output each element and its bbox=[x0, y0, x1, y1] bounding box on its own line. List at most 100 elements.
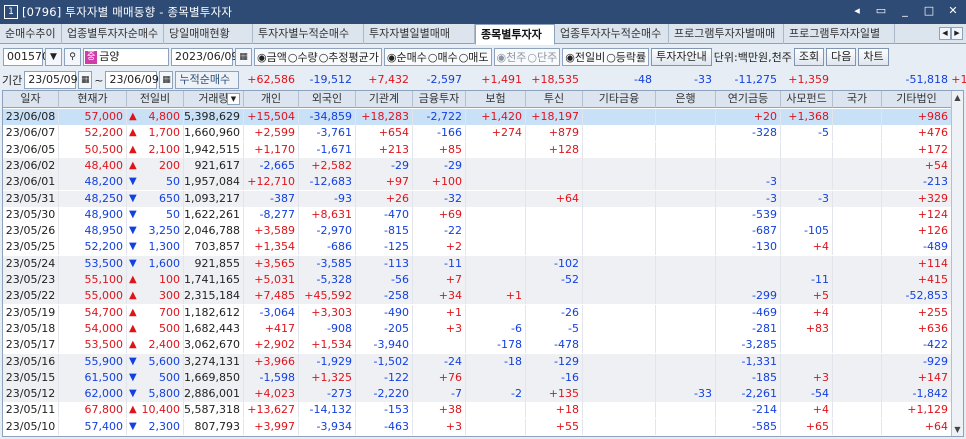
cell: +3,997 bbox=[244, 418, 299, 435]
table-row[interactable]: 23/05/10 57,400 ▼ 2,300 807,793 +3,997 -3,934-… bbox=[3, 418, 963, 435]
tab-1[interactable]: 업종별투자자순매수 bbox=[62, 24, 164, 44]
from-calendar-icon[interactable]: ▦ bbox=[78, 71, 93, 89]
tab-0[interactable]: 순매수추이 bbox=[0, 24, 62, 44]
chart-button[interactable]: 차트 bbox=[858, 48, 889, 66]
minimize-icon[interactable]: _ bbox=[898, 4, 912, 17]
radio-net-buy[interactable]: ◉순매수 bbox=[387, 49, 427, 65]
column-header[interactable]: 현재가 bbox=[59, 91, 127, 108]
table-row[interactable]: 23/05/11 67,800 ▲ 10,400 5,587,318 +13,627 -14… bbox=[3, 402, 952, 419]
pin-icon[interactable]: ◂ bbox=[850, 4, 864, 17]
close-icon[interactable]: ✕ bbox=[946, 4, 960, 17]
table-row[interactable]: 23/05/23 55,100 ▲ 100 1,741,165 +5,031 -5,328-… bbox=[3, 272, 952, 288]
tab-8[interactable]: 프로그램투자자일별 bbox=[784, 24, 895, 44]
column-header[interactable]: 개인 bbox=[244, 91, 299, 108]
table-row[interactable]: 23/05/17 53,500 ▲ 2,400 3,062,670 +2,902 +1,53… bbox=[3, 337, 952, 354]
cell bbox=[781, 255, 833, 272]
cell: -422 bbox=[882, 337, 952, 354]
cell: -14,132 bbox=[299, 402, 356, 419]
table-row[interactable]: 23/06/02 48,400 ▲ 200 921,617 -2,665 +2,582 -29… bbox=[3, 157, 952, 174]
tab-scroll-nav[interactable]: ◀ ▶ bbox=[939, 27, 963, 40]
table-row[interactable]: 23/05/25 52,200 ▼ 1,300 703,857 +1,354 -686 -12… bbox=[3, 239, 952, 256]
table-row[interactable]: 23/05/15 61,500 ▼ 500 1,669,850 -1,598 +1,325-… bbox=[3, 369, 963, 386]
table-row[interactable]: 23/05/22 55,000 ▲ 300 2,315,184 +7,485 +45,592… bbox=[3, 288, 952, 305]
column-header[interactable]: 외국인 bbox=[299, 91, 356, 108]
tab-2[interactable]: 당일매매현황 bbox=[164, 24, 253, 44]
column-header[interactable]: 기타법인 bbox=[882, 91, 952, 108]
radio-prev-diff[interactable]: ◉전일비 bbox=[565, 49, 605, 65]
stock-code-input[interactable]: 001570 bbox=[3, 48, 49, 66]
radio-buy[interactable]: ○매수 bbox=[428, 49, 458, 65]
search-icon[interactable]: ⚲ bbox=[64, 48, 81, 66]
window-menu-icon[interactable]: ▭ bbox=[874, 4, 888, 17]
code-dropdown-icon[interactable]: ▼ bbox=[45, 48, 62, 66]
side-radio-group[interactable]: ◉순매수 ○매수 ○매도 bbox=[383, 48, 492, 66]
table-row[interactable]: 23/05/31 48,250 ▼ 650 1,093,217 -387 -93 +26 -32… bbox=[3, 190, 963, 207]
column-header[interactable]: 투신 bbox=[526, 91, 583, 108]
amount-radio-group[interactable]: ◉금액 ○수량 ○추정평균가 bbox=[254, 48, 382, 66]
to-calendar-icon[interactable]: ▦ bbox=[159, 71, 174, 89]
scroll-down-icon[interactable]: ▼ bbox=[952, 425, 963, 434]
share-unit-radio-group[interactable]: ◉천주 ○단주 bbox=[493, 48, 561, 66]
table-row[interactable]: 23/05/30 48,900 ▼ 50 1,622,261 -8,277 +8,631 -4… bbox=[3, 206, 952, 223]
period-to-input[interactable]: 23/06/09 bbox=[105, 71, 159, 89]
cell: +4,023 bbox=[244, 386, 299, 403]
vertical-scrollbar[interactable]: ▲ ▼ bbox=[951, 91, 963, 436]
cell: -153 bbox=[356, 402, 413, 419]
table-row[interactable]: 23/05/16 55,900 ▼ 5,600 3,274,131 +3,966 -1,92… bbox=[3, 353, 963, 370]
table-row[interactable]: 23/06/08 57,000 ▲ 4,800 5,398,629 +15,504 -34,… bbox=[3, 109, 952, 125]
table-row[interactable]: 23/05/12 62,000 ▼ 5,800 2,886,001 +4,023 -273-… bbox=[3, 386, 963, 403]
tab-3[interactable]: 투자자별누적순매수 bbox=[253, 24, 364, 44]
column-header[interactable]: 일자 bbox=[3, 91, 59, 108]
column-header[interactable]: 전일비 bbox=[127, 91, 184, 108]
tab-4[interactable]: 투자자별일별매매 bbox=[364, 24, 475, 44]
column-header[interactable]: 은행 bbox=[656, 91, 716, 108]
cell bbox=[781, 206, 833, 223]
calendar-icon[interactable]: ▦ bbox=[235, 48, 252, 66]
cell: -130 bbox=[716, 239, 781, 256]
query-button[interactable]: 조회 bbox=[793, 48, 825, 66]
tab-7[interactable]: 프로그램투자자별매매 bbox=[669, 24, 784, 44]
radio-change-rate[interactable]: ○등락률 bbox=[606, 49, 646, 65]
column-header[interactable]: 연기금등 bbox=[716, 91, 781, 108]
radio-avg-price[interactable]: ○추정평균가 bbox=[319, 49, 379, 65]
cell bbox=[583, 386, 656, 403]
tab-5[interactable]: 종목별투자자 bbox=[475, 24, 555, 45]
table-row[interactable]: 23/05/18 54,000 ▲ 500 1,682,443 +417 -908 -205 +… bbox=[3, 320, 952, 337]
maximize-icon[interactable]: □ bbox=[922, 4, 936, 17]
radio-sell[interactable]: ○매도 bbox=[459, 49, 489, 65]
radio-single-shares[interactable]: ○단주 bbox=[527, 49, 557, 65]
table-row[interactable]: 23/06/05 50,500 ▲ 2,100 1,942,515 +1,170 -1,67… bbox=[3, 141, 963, 158]
radio-thousand-shares[interactable]: ◉천주 bbox=[497, 49, 527, 65]
column-header[interactable]: 국가 bbox=[833, 91, 882, 108]
scroll-up-icon[interactable]: ▲ bbox=[952, 93, 963, 102]
cell: -2 bbox=[466, 386, 526, 403]
next-button[interactable]: 다음 bbox=[826, 48, 857, 66]
table-row[interactable]: 23/06/01 48,200 ▼ 50 1,957,084 +12,710 -12,683… bbox=[3, 174, 952, 191]
cell: -125 bbox=[356, 239, 413, 256]
cell: ▲ 10,400 bbox=[127, 402, 184, 419]
table-row[interactable]: 23/05/24 53,500 ▼ 1,600 921,855 +3,565 -3,585-… bbox=[3, 255, 952, 272]
table-row[interactable]: 23/05/19 54,700 ▲ 700 1,182,612 -3,064 +3,303-… bbox=[3, 304, 952, 321]
tab-6[interactable]: 업종투자자누적순매수 bbox=[555, 24, 669, 44]
table-row[interactable]: 23/05/26 48,950 ▼ 3,250 2,046,788 +3,589 -2,97… bbox=[3, 223, 952, 240]
column-header[interactable]: 기타금융 bbox=[583, 91, 656, 108]
cell: -3,761 bbox=[299, 125, 356, 142]
cell bbox=[833, 174, 882, 191]
column-header[interactable]: 사모펀드 bbox=[781, 91, 833, 108]
ratio-radio-group[interactable]: ◉전일비 ○등락률 bbox=[562, 48, 650, 66]
column-header[interactable]: 금융투자 bbox=[413, 91, 466, 108]
volume-sort-icon[interactable]: ▼ bbox=[227, 93, 240, 105]
date-input[interactable]: 2023/06/09 bbox=[171, 48, 238, 66]
column-header[interactable]: 기관계 bbox=[356, 91, 413, 108]
radio-quantity[interactable]: ○수량 bbox=[288, 49, 318, 65]
radio-amount[interactable]: ◉금액 bbox=[257, 49, 287, 65]
column-header[interactable]: 보험 bbox=[466, 91, 526, 108]
table-row[interactable]: 23/06/07 52,200 ▲ 1,700 1,660,960 +2,599 -3,76… bbox=[3, 125, 952, 142]
investor-guide-button[interactable]: 투자자안내 bbox=[651, 48, 712, 66]
cell: 55,900 bbox=[59, 353, 127, 370]
period-from-input[interactable]: 23/05/09 bbox=[24, 71, 78, 89]
stock-name-field[interactable]: 중 금양 bbox=[83, 48, 169, 66]
tab-next-icon[interactable]: ▶ bbox=[951, 27, 963, 40]
cell bbox=[833, 337, 882, 354]
tab-prev-icon[interactable]: ◀ bbox=[939, 27, 951, 40]
